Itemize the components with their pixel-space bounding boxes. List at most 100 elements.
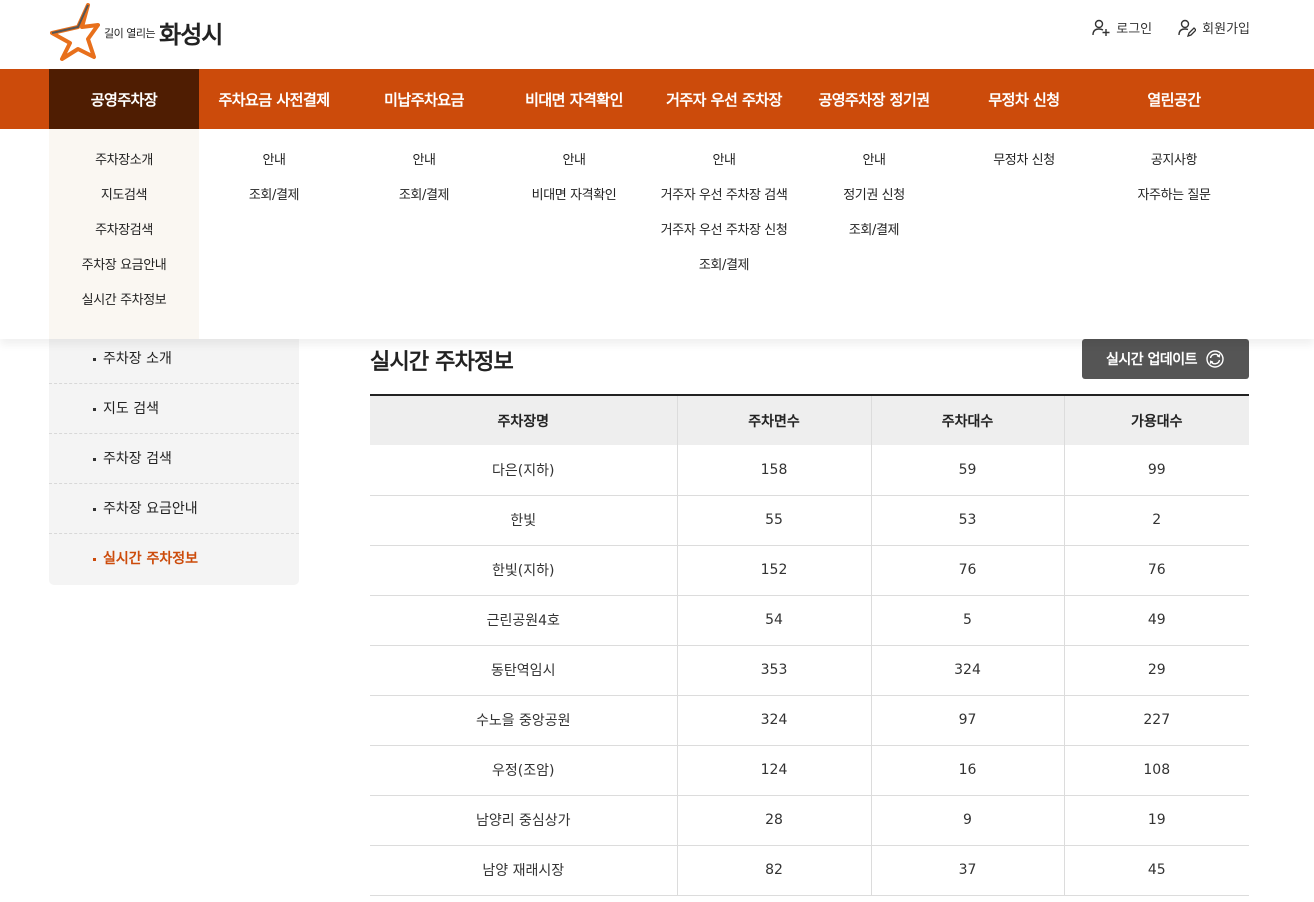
side-item-label: 실시간 주차정보 xyxy=(103,551,199,567)
table-cell: 55 xyxy=(676,495,871,546)
mega-menu: 주차장소개 지도검색 주차장검색 주차장 요금안내 실시간 주차정보 안내 조회… xyxy=(0,129,1314,339)
login-label: 로그인 xyxy=(1116,22,1153,37)
gnb-nonstop[interactable]: 무정차 신청 xyxy=(949,69,1099,129)
login-link[interactable]: 로그인 xyxy=(1092,18,1152,37)
column-header: 가용대수 xyxy=(1063,395,1249,445)
table-row: 다은(지하) 158 59 99 xyxy=(370,445,1249,496)
table-cell: 324 xyxy=(870,645,1064,696)
mega-item[interactable]: 실시간 주차정보 xyxy=(49,291,199,326)
table-cell: 59 xyxy=(870,445,1064,496)
column-header: 주차면수 xyxy=(676,395,871,445)
mega-item[interactable]: 공지사항 xyxy=(1099,151,1249,186)
side-item-realtime[interactable]: 실시간 주차정보 xyxy=(49,534,299,584)
side-item-fees[interactable]: 주차장 요금안내 xyxy=(49,484,299,534)
logo[interactable]: 길이 열리는 화성시 xyxy=(48,2,238,62)
side-item-label: 지도 검색 xyxy=(103,401,159,417)
column-header: 주차장명 xyxy=(370,395,677,445)
mega-item[interactable]: 안내 xyxy=(199,151,349,186)
table-row: 수노을 중앙공원 324 97 227 xyxy=(370,695,1249,746)
mega-item[interactable]: 안내 xyxy=(499,151,649,186)
gnb-resident[interactable]: 거주자 우선 주차장 xyxy=(649,69,799,129)
side-item-search[interactable]: 주차장 검색 xyxy=(49,434,299,484)
mega-item[interactable]: 안내 xyxy=(799,151,949,186)
table-row: 한빛 55 53 2 xyxy=(370,495,1249,546)
column-header: 주차대수 xyxy=(870,395,1064,445)
table-cell: 353 xyxy=(676,645,871,696)
mega-col-public-parking: 주차장소개 지도검색 주차장검색 주차장 요금안내 실시간 주차정보 xyxy=(49,129,199,339)
mega-col-contactless: 안내 비대면 자격확인 xyxy=(499,129,649,339)
table-cell: 54 xyxy=(676,595,871,646)
table-cell: 37 xyxy=(870,845,1064,896)
table-row: 동탄역임시 353 324 29 xyxy=(370,645,1249,696)
mega-item[interactable]: 정기권 신청 xyxy=(799,186,949,221)
signup-link[interactable]: 회원가입 xyxy=(1178,18,1250,37)
gnb-prepay[interactable]: 주차요금 사전결제 xyxy=(199,69,349,129)
table-cell: 28 xyxy=(676,795,871,846)
site-header: 길이 열리는 화성시 로그인 회원가입 xyxy=(0,0,1314,69)
table-cell: 한빛 xyxy=(370,495,677,546)
mega-item[interactable]: 자주하는 질문 xyxy=(1099,186,1249,221)
table-cell: 남양 재래시장 xyxy=(370,845,677,896)
mega-item[interactable]: 비대면 자격확인 xyxy=(499,186,649,221)
table-cell: 324 xyxy=(676,695,871,746)
table-row: 남양 재래시장 82 37 45 xyxy=(370,845,1249,896)
table-cell: 82 xyxy=(676,845,871,896)
parking-table: 주차장명 주차면수 주차대수 가용대수 다은(지하) 158 59 99 한빛 … xyxy=(370,394,1249,896)
table-cell: 다은(지하) xyxy=(370,445,677,496)
side-item-map[interactable]: 지도 검색 xyxy=(49,384,299,434)
table-row: 근린공원4호 54 5 49 xyxy=(370,595,1249,646)
mega-col-season-ticket: 안내 정기권 신청 조회/결제 xyxy=(799,129,949,339)
mega-item[interactable]: 조회/결제 xyxy=(799,221,949,256)
table-cell: 152 xyxy=(676,545,871,596)
star-logo-icon xyxy=(50,3,100,61)
table-cell: 49 xyxy=(1063,595,1249,646)
global-nav: 공영주차장 주차요금 사전결제 미납주차요금 비대면 자격확인 거주자 우선 주… xyxy=(0,69,1314,129)
mega-item[interactable]: 주차장검색 xyxy=(49,221,199,256)
mega-item[interactable]: 안내 xyxy=(649,151,799,186)
gnb-public-parking[interactable]: 공영주차장 xyxy=(49,69,199,129)
table-cell: 158 xyxy=(676,445,871,496)
mega-item[interactable]: 거주자 우선 주차장 신청 xyxy=(649,221,799,256)
signup-label: 회원가입 xyxy=(1202,22,1250,37)
table-cell: 99 xyxy=(1063,445,1249,496)
table-cell: 5 xyxy=(870,595,1064,646)
user-edit-icon xyxy=(1178,19,1197,37)
gnb-open-space[interactable]: 열린공간 xyxy=(1099,69,1249,129)
realtime-update-button[interactable]: 실시간 업데이트 xyxy=(1082,339,1249,379)
table-cell: 수노을 중앙공원 xyxy=(370,695,677,746)
table-cell: 19 xyxy=(1063,795,1249,846)
side-menu: 주차장 소개 지도 검색 주차장 검색 주차장 요금안내 실시간 주차정보 xyxy=(49,334,299,585)
utility-links: 로그인 회원가입 xyxy=(1092,18,1250,37)
table-cell: 9 xyxy=(870,795,1064,846)
mega-item[interactable]: 조회/결제 xyxy=(349,186,499,221)
mega-item[interactable]: 주차장 요금안내 xyxy=(49,256,199,291)
mega-col-prepay: 안내 조회/결제 xyxy=(199,129,349,339)
mega-item[interactable]: 지도검색 xyxy=(49,186,199,221)
gnb-unpaid[interactable]: 미납주차요금 xyxy=(349,69,499,129)
logo-subtitle: 길이 열리는 xyxy=(104,27,156,40)
mega-item[interactable]: 무정차 신청 xyxy=(949,151,1099,186)
table-row: 우정(조암) 124 16 108 xyxy=(370,745,1249,796)
mega-item[interactable]: 조회/결제 xyxy=(199,186,349,221)
table-cell: 2 xyxy=(1063,495,1249,546)
table-header-row: 주차장명 주차면수 주차대수 가용대수 xyxy=(370,395,1249,445)
mega-item[interactable]: 조회/결제 xyxy=(649,256,799,291)
table-row: 남양리 중심상가 28 9 19 xyxy=(370,795,1249,846)
table-cell: 76 xyxy=(1063,545,1249,596)
table-cell: 53 xyxy=(870,495,1064,546)
table-cell: 16 xyxy=(870,745,1064,796)
mega-item[interactable]: 거주자 우선 주차장 검색 xyxy=(649,186,799,221)
side-item-intro[interactable]: 주차장 소개 xyxy=(49,334,299,384)
refresh-icon xyxy=(1206,350,1224,368)
table-cell: 97 xyxy=(870,695,1064,746)
table-row: 한빛(지하) 152 76 76 xyxy=(370,545,1249,596)
user-plus-icon xyxy=(1092,19,1110,36)
mega-col-resident: 안내 거주자 우선 주차장 검색 거주자 우선 주차장 신청 조회/결제 xyxy=(649,129,799,339)
table-cell: 29 xyxy=(1063,645,1249,696)
mega-item[interactable]: 주차장소개 xyxy=(49,151,199,186)
realtime-update-label: 실시간 업데이트 xyxy=(1105,352,1198,368)
gnb-season-ticket[interactable]: 공영주차장 정기권 xyxy=(799,69,949,129)
mega-col-unpaid: 안내 조회/결제 xyxy=(349,129,499,339)
mega-item[interactable]: 안내 xyxy=(349,151,499,186)
gnb-contactless[interactable]: 비대면 자격확인 xyxy=(499,69,649,129)
